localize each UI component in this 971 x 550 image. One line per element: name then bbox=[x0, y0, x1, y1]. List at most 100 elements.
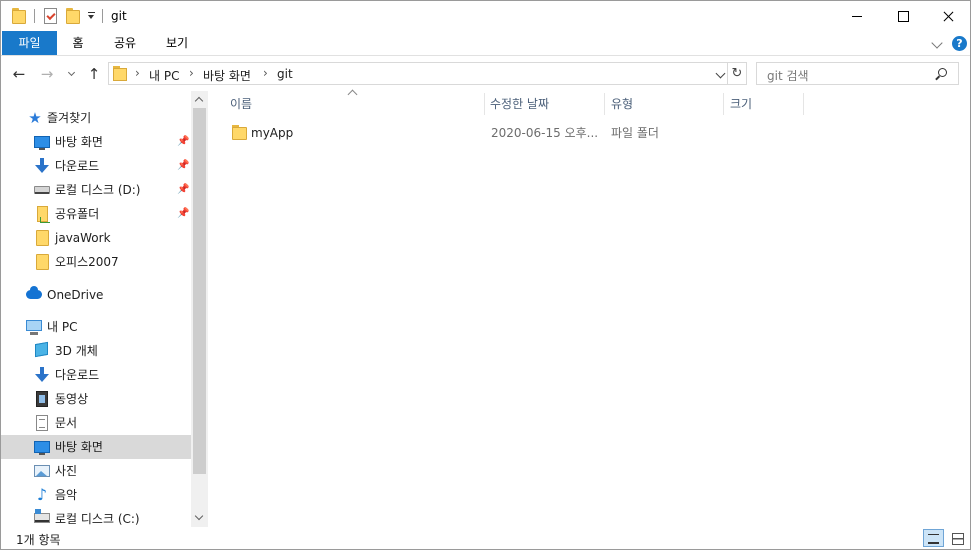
column-header-size[interactable]: 크기 bbox=[730, 91, 800, 117]
large-icons-view-icon[interactable] bbox=[948, 529, 967, 547]
search-icon[interactable] bbox=[938, 68, 947, 77]
scroll-up-arrow-icon[interactable] bbox=[194, 96, 204, 106]
sidebar-item-label: 음악 bbox=[55, 488, 78, 502]
maximize-button[interactable] bbox=[880, 1, 926, 31]
drive-icon bbox=[34, 186, 50, 194]
desktop-icon bbox=[34, 441, 50, 455]
sidebar-item-documents[interactable]: 문서 bbox=[1, 411, 191, 435]
tab-file[interactable]: 파일 bbox=[2, 31, 57, 55]
sidebar-item-drive-d[interactable]: 로컬 디스크 (D:) 📌 bbox=[1, 178, 191, 202]
sidebar-item-label: 로컬 디스크 (D:) bbox=[55, 183, 141, 197]
search-placeholder: git 검색 bbox=[767, 69, 809, 83]
column-header-name[interactable]: 이름 bbox=[230, 91, 480, 117]
file-list: 이름 수정한 날짜 유형 크기 myApp 2020-06-15 오후... 파… bbox=[209, 89, 970, 527]
tab-view[interactable]: 보기 bbox=[155, 31, 199, 55]
sidebar-item-label: javaWork bbox=[55, 231, 111, 245]
title-bar: git bbox=[1, 1, 970, 31]
document-icon bbox=[36, 415, 48, 431]
sidebar-item-label: 사진 bbox=[55, 464, 78, 478]
sidebar-item-music[interactable]: ♪ 음악 bbox=[1, 483, 191, 507]
sidebar-item-3d-objects[interactable]: 3D 개체 bbox=[1, 339, 191, 363]
pin-icon: 📌 bbox=[177, 184, 190, 195]
sidebar-item-label: 문서 bbox=[55, 416, 78, 430]
onedrive-cloud-icon bbox=[26, 286, 42, 299]
file-row[interactable]: myApp 2020-06-15 오후... 파일 폴더 bbox=[229, 122, 679, 144]
expand-ribbon-icon[interactable] bbox=[931, 37, 943, 49]
details-view-icon[interactable] bbox=[923, 529, 944, 547]
sidebar-item-label: 로컬 디스크 (C:) bbox=[55, 512, 140, 526]
pin-icon: 📌 bbox=[177, 208, 190, 219]
status-bar: 1개 항목 bbox=[1, 527, 970, 549]
breadcrumb-separator[interactable]: › bbox=[189, 66, 194, 80]
column-divider[interactable] bbox=[803, 93, 804, 115]
breadcrumb-separator[interactable]: › bbox=[263, 66, 268, 80]
column-header-date[interactable]: 수정한 날짜 bbox=[490, 91, 600, 117]
computer-icon bbox=[26, 320, 42, 335]
sidebar-item-desktop-pinned[interactable]: 바탕 화면 📌 bbox=[1, 130, 191, 154]
properties-icon[interactable] bbox=[44, 8, 57, 24]
breadcrumb-desktop[interactable]: 바탕 화면 bbox=[203, 67, 251, 84]
recent-locations-chevron-icon[interactable] bbox=[68, 69, 76, 77]
scroll-down-arrow-icon[interactable] bbox=[194, 511, 204, 521]
sidebar-item-downloads[interactable]: 다운로드 bbox=[1, 363, 191, 387]
file-explorer-window: git 파일 홈 공유 보기 ? ← → ↑ › 내 PC › 바탕 화면 › … bbox=[0, 0, 971, 550]
sidebar-item-quick-access[interactable]: ★ 즐겨찾기 bbox=[1, 106, 191, 130]
file-type: 파일 폴더 bbox=[611, 126, 659, 140]
system-drive-icon bbox=[34, 509, 50, 523]
sidebar-scrollbar[interactable] bbox=[191, 91, 208, 527]
file-date: 2020-06-15 오후... bbox=[491, 126, 599, 140]
sidebar-item-label: 다운로드 bbox=[55, 159, 100, 173]
sidebar-item-label: 바탕 화면 bbox=[55, 440, 103, 454]
sidebar-item-label: 공유폴더 bbox=[55, 207, 100, 221]
refresh-icon[interactable]: ↻ bbox=[728, 62, 747, 85]
address-bar[interactable]: › 내 PC › 바탕 화면 › git bbox=[108, 62, 728, 85]
column-divider[interactable] bbox=[484, 93, 485, 115]
search-input[interactable]: git 검색 bbox=[756, 62, 959, 85]
address-history-chevron-icon[interactable] bbox=[715, 68, 726, 79]
toolbar-divider bbox=[34, 9, 35, 23]
star-icon: ★ bbox=[28, 109, 42, 127]
breadcrumb-git[interactable]: git bbox=[277, 67, 293, 81]
folder-icon bbox=[36, 254, 49, 270]
tab-share[interactable]: 공유 bbox=[103, 31, 147, 55]
breadcrumb-this-pc[interactable]: 내 PC bbox=[149, 67, 179, 84]
sidebar-item-javawork[interactable]: javaWork bbox=[1, 226, 191, 250]
tab-home[interactable]: 홈 bbox=[59, 31, 97, 55]
sidebar-item-pictures[interactable]: 사진 bbox=[1, 459, 191, 483]
sidebar-item-onedrive[interactable]: OneDrive bbox=[1, 283, 191, 307]
new-folder-icon[interactable] bbox=[66, 8, 80, 24]
up-arrow-icon[interactable]: ↑ bbox=[86, 66, 102, 82]
sidebar-item-label: 3D 개체 bbox=[55, 344, 98, 358]
column-divider[interactable] bbox=[723, 93, 724, 115]
help-icon[interactable]: ? bbox=[952, 36, 967, 51]
forward-arrow-icon[interactable]: → bbox=[39, 66, 55, 82]
sidebar-item-downloads-pinned[interactable]: 다운로드 📌 bbox=[1, 154, 191, 178]
folder-icon bbox=[232, 125, 248, 140]
minimize-button[interactable] bbox=[834, 1, 880, 31]
sidebar-item-label: 내 PC bbox=[47, 320, 78, 334]
scrollbar-thumb[interactable] bbox=[193, 108, 206, 474]
sidebar-item-shared-folder[interactable]: 공유폴더 📌 bbox=[1, 202, 191, 226]
sidebar-item-label: 다운로드 bbox=[55, 368, 100, 382]
sidebar-item-label: 바탕 화면 bbox=[55, 135, 103, 149]
sidebar-item-label: OneDrive bbox=[47, 288, 104, 302]
pin-icon: 📌 bbox=[177, 136, 190, 147]
sidebar-item-videos[interactable]: 동영상 bbox=[1, 387, 191, 411]
sidebar-item-drive-c[interactable]: 로컬 디스크 (C:) bbox=[1, 507, 191, 527]
window-title: git bbox=[111, 9, 127, 23]
sidebar-item-this-pc[interactable]: 내 PC bbox=[1, 315, 191, 339]
music-icon: ♪ bbox=[36, 485, 48, 504]
close-button[interactable] bbox=[925, 1, 971, 31]
file-name: myApp bbox=[251, 126, 294, 140]
column-divider[interactable] bbox=[604, 93, 605, 115]
sidebar-item-label: 오피스2007 bbox=[55, 255, 119, 269]
sidebar-item-desktop[interactable]: 바탕 화면 bbox=[1, 435, 191, 459]
folder-icon bbox=[12, 8, 26, 24]
shared-folder-icon bbox=[37, 206, 50, 223]
back-arrow-icon[interactable]: ← bbox=[11, 66, 27, 82]
column-header-type[interactable]: 유형 bbox=[611, 91, 721, 117]
customize-dropdown-icon[interactable] bbox=[87, 10, 96, 22]
item-count: 1개 항목 bbox=[16, 533, 61, 547]
breadcrumb-separator[interactable]: › bbox=[135, 66, 140, 80]
sidebar-item-office2007[interactable]: 오피스2007 bbox=[1, 250, 191, 274]
